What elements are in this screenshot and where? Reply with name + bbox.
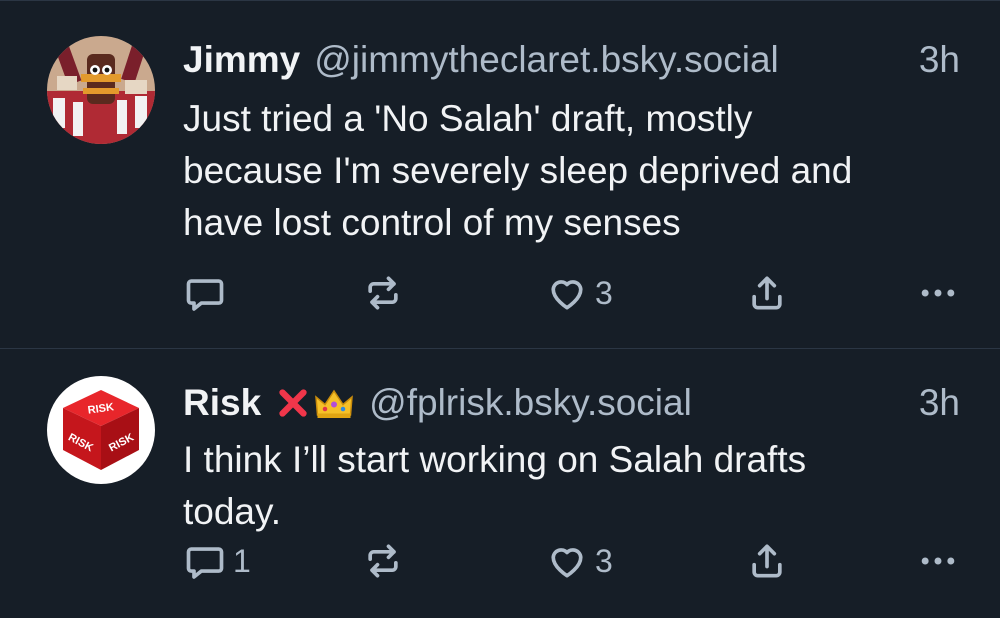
- share-icon: [752, 544, 782, 578]
- author-handle[interactable]: @jimmytheclaret.bsky.social: [314, 36, 779, 84]
- more-options-button[interactable]: [916, 539, 960, 583]
- post-timestamp[interactable]: 3h: [919, 379, 960, 427]
- post-text-line: because I'm severely sleep deprived and: [183, 150, 853, 191]
- repost-icon: [368, 544, 398, 578]
- post-actions: 3: [183, 271, 960, 315]
- post-header: Risk @fplrisk.bsky.social 3h: [183, 379, 960, 427]
- avatar[interactable]: [47, 36, 155, 144]
- post-text: Just tried a 'No Salah' draft, mostly be…: [183, 93, 962, 249]
- post-text-line: Just tried a 'No Salah' draft, mostly: [183, 98, 753, 139]
- repost-icon: [368, 276, 398, 310]
- like-count: 3: [595, 542, 613, 579]
- post-text: I think I’ll start working on Salah draf…: [183, 434, 962, 538]
- name-badges: [275, 385, 355, 421]
- author-handle[interactable]: @fplrisk.bsky.social: [369, 379, 692, 427]
- share-button[interactable]: [745, 271, 789, 315]
- post-item[interactable]: RISK RISK RISK Risk @fplrisk.bsky.social…: [0, 349, 1000, 618]
- post-timestamp[interactable]: 3h: [919, 36, 960, 84]
- like-count: 3: [595, 274, 613, 311]
- claret-fan-avatar-icon: [47, 36, 155, 144]
- reply-button[interactable]: 1: [183, 539, 251, 583]
- like-button[interactable]: 3: [545, 539, 613, 583]
- repost-button[interactable]: [361, 539, 405, 583]
- share-icon: [752, 276, 782, 310]
- author-name[interactable]: Risk: [183, 379, 261, 427]
- share-button[interactable]: [745, 539, 789, 583]
- reply-count: 1: [233, 542, 251, 579]
- reply-icon: [186, 279, 224, 311]
- cross-mark-icon: [279, 389, 307, 417]
- avatar[interactable]: RISK RISK RISK: [47, 376, 155, 484]
- reply-icon: [186, 547, 224, 579]
- heart-icon: [551, 280, 583, 310]
- heart-icon: [551, 548, 583, 578]
- more-dots-icon: [921, 557, 955, 565]
- repost-button[interactable]: [361, 271, 405, 315]
- crown-icon: [315, 389, 354, 418]
- post-text-line: today.: [183, 491, 282, 532]
- author-name[interactable]: Jimmy: [183, 36, 300, 84]
- post-item[interactable]: Jimmy @jimmytheclaret.bsky.social 3h Jus…: [0, 1, 1000, 349]
- more-dots-icon: [921, 289, 955, 297]
- post-text-line: have lost control of my senses: [183, 202, 681, 243]
- post-actions: 1 3: [183, 539, 960, 583]
- post-feed: Jimmy @jimmytheclaret.bsky.social 3h Jus…: [0, 0, 1000, 618]
- reply-button[interactable]: [183, 271, 233, 315]
- risk-dice-avatar-icon: RISK RISK RISK: [47, 376, 155, 484]
- post-header: Jimmy @jimmytheclaret.bsky.social 3h: [183, 36, 960, 84]
- post-text-line: I think I’ll start working on Salah draf…: [183, 439, 807, 480]
- like-button[interactable]: 3: [545, 271, 613, 315]
- more-options-button[interactable]: [916, 271, 960, 315]
